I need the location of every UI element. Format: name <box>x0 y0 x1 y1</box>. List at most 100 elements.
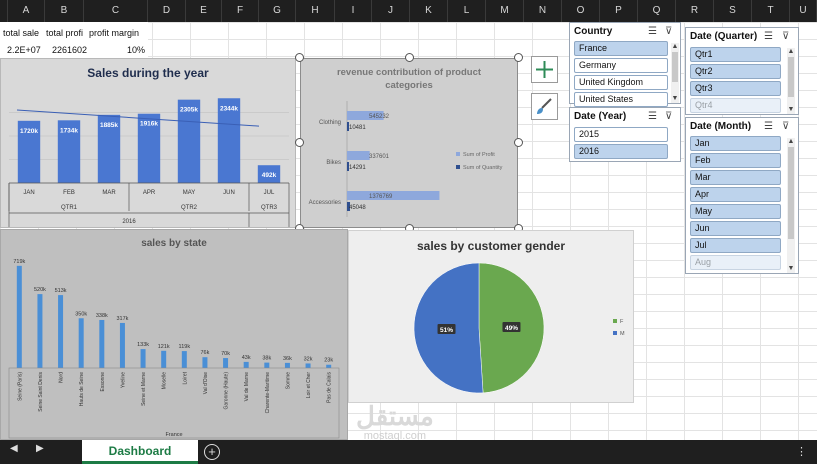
tick-label: Garonne (Haute) <box>224 372 230 410</box>
slicer-item-mar[interactable]: Mar <box>690 170 781 185</box>
slicer-item-qtr3[interactable]: Qtr3 <box>690 81 781 96</box>
resize-handle[interactable] <box>295 138 304 147</box>
scroll-down-icon[interactable]: ▼ <box>787 265 795 273</box>
revenue-chart[interactable]: revenue contribution of product categori… <box>300 58 518 228</box>
slicer-item-jun[interactable]: Jun <box>690 221 781 236</box>
prev-sheet-icon[interactable]: ◀ <box>10 443 18 454</box>
country-slicer[interactable]: Country ☰ ⊽ France Germany United Kingdom U… <box>569 22 681 107</box>
slicer-scrollbar[interactable]: ▲ ▼ <box>787 138 795 273</box>
clear-filter-icon[interactable]: ⊽ <box>782 121 789 132</box>
resize-handle[interactable] <box>514 138 523 147</box>
quarter-slicer[interactable]: Date (Quarter) ☰ ⊽ Qtr1 Qtr2 Qtr3 Qtr4 ▲ ▼ <box>685 27 799 115</box>
column-header[interactable]: P <box>600 0 638 22</box>
slicer-item-united-kingdom[interactable]: United Kingdom <box>574 75 668 90</box>
column-header[interactable]: S <box>714 0 752 22</box>
column-header[interactable]: U <box>790 0 817 22</box>
column-header[interactable]: R <box>676 0 714 22</box>
scroll-up-icon[interactable]: ▲ <box>671 43 679 51</box>
quarter-label: QTR2 <box>181 205 198 211</box>
resize-handle[interactable] <box>295 53 304 62</box>
plus-icon <box>536 61 553 78</box>
column-header[interactable]: E <box>186 0 222 22</box>
sales-year-chart[interactable]: Sales during the year 1720k JAN 1734k FEB 18… <box>0 58 296 228</box>
column-header[interactable]: G <box>259 0 296 22</box>
more-options-icon[interactable]: ⋮ <box>796 445 807 458</box>
select-all-corner[interactable] <box>0 0 8 22</box>
column-header[interactable]: J <box>372 0 410 22</box>
column-header[interactable]: N <box>524 0 562 22</box>
slicer-item-2016[interactable]: 2016 <box>574 144 668 159</box>
summary-value[interactable]: 10% <box>127 45 145 55</box>
multi-select-icon[interactable]: ☰ <box>648 111 657 122</box>
year-slicer[interactable]: Date (Year) ☰ ⊽ 2015 2016 <box>569 107 681 162</box>
column-header[interactable]: B <box>45 0 84 22</box>
tick-label: Essonne <box>100 372 106 392</box>
column-header[interactable]: M <box>486 0 524 22</box>
column-header[interactable]: F <box>222 0 259 22</box>
scroll-thumb[interactable] <box>788 147 794 239</box>
summary-label[interactable]: total sale <box>3 28 39 38</box>
data-label: 23k <box>324 358 333 364</box>
summary-value[interactable]: 2.2E+07 <box>7 45 41 55</box>
data-label: 38k <box>262 356 271 362</box>
resize-handle[interactable] <box>405 53 414 62</box>
slicer-item-may[interactable]: May <box>690 204 781 219</box>
legend-swatch <box>456 152 460 156</box>
state-plot: 719k Seine (Paris) 520k Seine Saint Denis 51… <box>8 259 340 439</box>
data-label: 1720k <box>20 128 38 135</box>
slicer-item-apr[interactable]: Apr <box>690 187 781 202</box>
column-header[interactable]: Q <box>638 0 676 22</box>
resize-handle[interactable] <box>514 53 523 62</box>
slicer-item-united-states[interactable]: United States <box>574 92 668 107</box>
slicer-item-2015[interactable]: 2015 <box>574 127 668 142</box>
multi-select-icon[interactable]: ☰ <box>648 26 657 37</box>
gender-plot: 49% 51% FM <box>413 262 625 394</box>
month-slicer[interactable]: Date (Month) ☰ ⊽ Jan Feb Mar Apr May Jun Jul Au… <box>685 117 799 274</box>
slicer-item-france[interactable]: France <box>574 41 668 56</box>
chart-elements-button[interactable] <box>531 56 558 83</box>
multi-select-icon[interactable]: ☰ <box>764 31 773 42</box>
column-header[interactable]: I <box>335 0 372 22</box>
column-header[interactable]: A <box>8 0 45 22</box>
slicer-item-jan[interactable]: Jan <box>690 136 781 151</box>
slicer-item-germany[interactable]: Germany <box>574 58 668 73</box>
add-sheet-button[interactable]: + <box>204 444 220 460</box>
scroll-up-icon[interactable]: ▲ <box>787 48 795 56</box>
slicer-item-qtr4[interactable]: Qtr4 <box>690 98 781 113</box>
summary-label[interactable]: total profi <box>46 28 83 38</box>
slicer-item-feb[interactable]: Feb <box>690 153 781 168</box>
next-sheet-icon[interactable]: ▶ <box>36 443 44 454</box>
column-header[interactable]: T <box>752 0 790 22</box>
tab-dashboard[interactable]: Dashboard <box>82 440 198 464</box>
scroll-thumb[interactable] <box>672 52 678 82</box>
column-header[interactable]: C <box>84 0 148 22</box>
column-header[interactable]: H <box>296 0 335 22</box>
column-header[interactable]: D <box>148 0 186 22</box>
multi-select-icon[interactable]: ☰ <box>764 121 773 132</box>
slicer-item-qtr1[interactable]: Qtr1 <box>690 47 781 62</box>
scroll-down-icon[interactable]: ▼ <box>671 95 679 103</box>
slicer-item-jul[interactable]: Jul <box>690 238 781 253</box>
slicer-scrollbar[interactable]: ▲ ▼ <box>671 43 679 103</box>
summary-value[interactable]: 2261602 <box>52 45 87 55</box>
scroll-thumb[interactable] <box>788 57 794 97</box>
slicer-item-aug[interactable]: Aug <box>690 255 781 270</box>
slicer-scrollbar[interactable]: ▲ ▼ <box>787 48 795 114</box>
slicer-item-qtr2[interactable]: Qtr2 <box>690 64 781 79</box>
tick-label: Loiret <box>182 371 188 384</box>
chart-styles-button[interactable] <box>531 93 558 120</box>
clear-filter-icon[interactable]: ⊽ <box>665 111 672 122</box>
summary-label[interactable]: profit margin <box>89 28 139 38</box>
quarter-label: QTR3 <box>261 205 278 211</box>
gender-chart[interactable]: sales by customer gender 49% 51% F M <box>348 230 634 403</box>
column-header[interactable]: K <box>410 0 448 22</box>
column-header[interactable]: L <box>448 0 486 22</box>
data-label: 2305k <box>180 107 198 114</box>
slicer-title: Date (Quarter) <box>690 31 758 42</box>
scroll-up-icon[interactable]: ▲ <box>787 138 795 146</box>
clear-filter-icon[interactable]: ⊽ <box>782 31 789 42</box>
column-header[interactable]: O <box>562 0 600 22</box>
state-chart[interactable]: sales by state 719k Seine (Paris) 520k Sein… <box>0 229 348 440</box>
clear-filter-icon[interactable]: ⊽ <box>665 26 672 37</box>
scroll-down-icon[interactable]: ▼ <box>787 106 795 114</box>
